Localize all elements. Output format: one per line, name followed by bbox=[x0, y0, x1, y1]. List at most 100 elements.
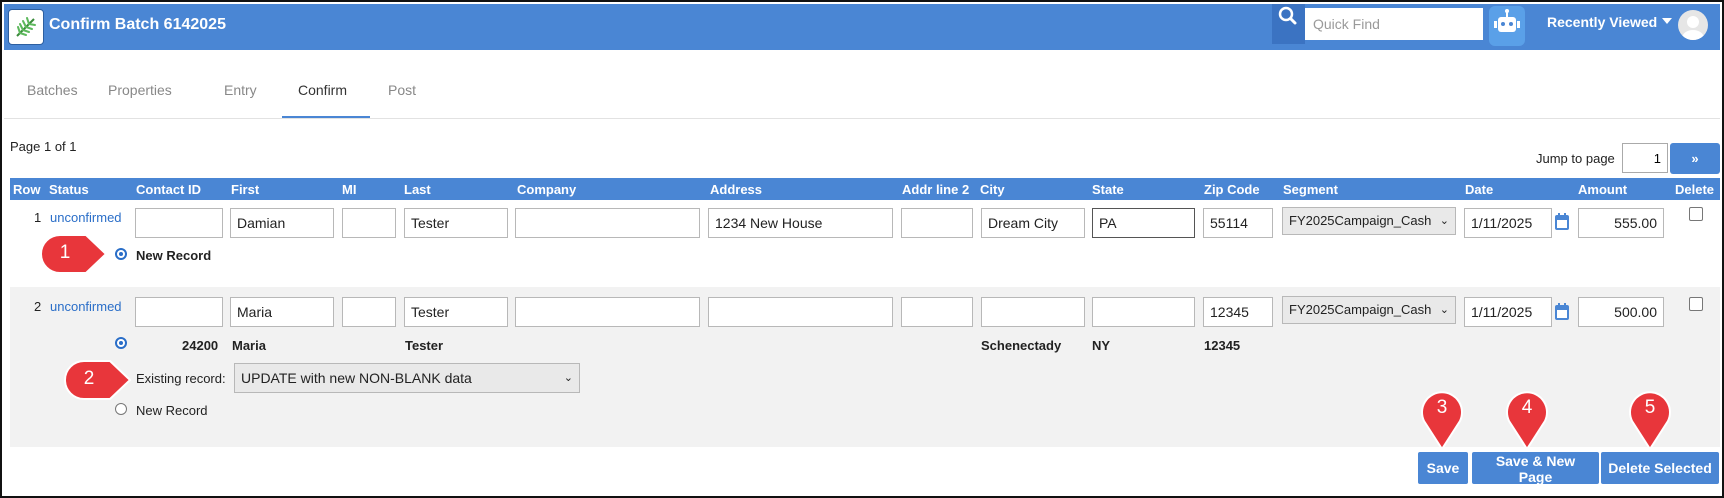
col-company: Company bbox=[517, 182, 577, 197]
jump-to-page-input[interactable] bbox=[1622, 143, 1668, 173]
callout-number: 1 bbox=[59, 242, 71, 263]
chevron-down-icon: ⌄ bbox=[563, 372, 573, 384]
col-city: City bbox=[980, 182, 1005, 197]
address-field[interactable]: 1234 New House bbox=[708, 208, 893, 238]
table-header: Row Status Contact ID First MI Last Comp… bbox=[10, 178, 1720, 200]
status-link[interactable]: unconfirmed bbox=[50, 299, 122, 314]
col-state: State bbox=[1092, 182, 1124, 197]
leaf-icon bbox=[16, 17, 36, 37]
col-amount: Amount bbox=[1578, 182, 1628, 197]
existing-record-label: Existing record: bbox=[136, 371, 226, 386]
city-field[interactable] bbox=[981, 297, 1085, 327]
callout-marker-5: 5 bbox=[1628, 387, 1672, 451]
col-delete: Delete bbox=[1675, 182, 1715, 197]
new-record-label: New Record bbox=[136, 248, 212, 263]
amount-field[interactable]: 555.00 bbox=[1578, 208, 1664, 238]
first-name-field[interactable]: Maria bbox=[230, 297, 334, 327]
callout-number: 2 bbox=[83, 368, 95, 389]
col-mi: MI bbox=[342, 182, 357, 197]
match-city: Schenectady bbox=[981, 338, 1062, 353]
mi-field[interactable] bbox=[342, 297, 396, 327]
chevron-down-icon[interactable] bbox=[1662, 18, 1672, 24]
calendar-icon[interactable] bbox=[1555, 303, 1569, 320]
existing-record-action-value: UPDATE with new NON-BLANK data bbox=[241, 370, 472, 386]
address-line-2-field[interactable] bbox=[901, 297, 973, 327]
tab-properties[interactable]: Properties bbox=[108, 82, 172, 98]
callout-number: 4 bbox=[1521, 397, 1533, 418]
existing-record-radio[interactable] bbox=[115, 337, 127, 349]
col-segment: Segment bbox=[1283, 182, 1338, 197]
zip-code-field[interactable]: 55114 bbox=[1203, 208, 1273, 238]
page-info: Page 1 of 1 bbox=[10, 139, 77, 154]
date-field[interactable]: 1/11/2025 bbox=[1464, 208, 1552, 238]
segment-value: FY2025Campaign_Cash bbox=[1289, 302, 1432, 317]
app-header: Confirm Batch 6142025 Recently Viewed bbox=[4, 4, 1720, 50]
save-button[interactable]: Save bbox=[1418, 452, 1468, 484]
calendar-icon[interactable] bbox=[1555, 213, 1569, 230]
new-record-radio[interactable] bbox=[115, 248, 127, 260]
chevron-down-icon: ⌄ bbox=[1439, 304, 1449, 316]
assistant-robot-icon[interactable] bbox=[1489, 6, 1525, 46]
search-icon[interactable] bbox=[1272, 4, 1305, 44]
delete-checkbox[interactable] bbox=[1689, 297, 1703, 311]
jump-go-button[interactable]: » bbox=[1670, 143, 1720, 174]
match-zip: 12345 bbox=[1204, 338, 1241, 353]
zip-code-field[interactable]: 12345 bbox=[1203, 297, 1273, 327]
callout-marker-1: 1 bbox=[40, 233, 110, 275]
segment-value: FY2025Campaign_Cash bbox=[1289, 213, 1432, 228]
user-avatar[interactable] bbox=[1678, 10, 1708, 40]
last-name-field[interactable]: Tester bbox=[404, 297, 508, 327]
callout-marker-3: 3 bbox=[1420, 387, 1464, 451]
status-link[interactable]: unconfirmed bbox=[50, 210, 122, 225]
date-field[interactable]: 1/11/2025 bbox=[1464, 297, 1552, 327]
company-field[interactable] bbox=[515, 208, 700, 238]
save-new-page-button[interactable]: Save & New Page bbox=[1472, 452, 1599, 485]
last-name-field[interactable]: Tester bbox=[404, 208, 508, 238]
col-last: Last bbox=[404, 182, 431, 197]
col-contact-id: Contact ID bbox=[136, 182, 201, 197]
col-row: Row bbox=[13, 182, 41, 197]
quick-find-input[interactable] bbox=[1305, 8, 1483, 40]
match-state: NY bbox=[1092, 338, 1111, 353]
address-field[interactable] bbox=[708, 297, 893, 327]
amount-field[interactable]: 500.00 bbox=[1578, 297, 1664, 327]
row-number: 2 bbox=[34, 299, 42, 314]
delete-selected-button[interactable]: Delete Selected bbox=[1601, 452, 1719, 484]
row-number: 1 bbox=[34, 210, 42, 225]
active-tab-indicator bbox=[282, 116, 370, 118]
tab-post[interactable]: Post bbox=[388, 82, 416, 98]
contact-id-field[interactable] bbox=[135, 208, 223, 238]
jump-to-page-label: Jump to page bbox=[1536, 151, 1615, 166]
col-address: Address bbox=[710, 182, 763, 197]
tab-entry[interactable]: Entry bbox=[224, 82, 257, 98]
app-logo[interactable] bbox=[8, 9, 44, 45]
existing-record-action-select[interactable]: UPDATE with new NON-BLANK data ⌄ bbox=[234, 363, 580, 393]
city-field[interactable]: Dream City bbox=[981, 208, 1085, 238]
address-line-2-field[interactable] bbox=[901, 208, 973, 238]
contact-id-field[interactable] bbox=[135, 297, 223, 327]
col-addr-line-2: Addr line 2 bbox=[902, 182, 970, 197]
first-name-field[interactable]: Damian bbox=[230, 208, 334, 238]
tab-confirm[interactable]: Confirm bbox=[298, 82, 347, 98]
callout-marker-2: 2 bbox=[64, 359, 134, 401]
segment-select[interactable]: FY2025Campaign_Cash ⌄ bbox=[1282, 296, 1456, 324]
page-title: Confirm Batch 6142025 bbox=[49, 16, 226, 33]
segment-select[interactable]: FY2025Campaign_Cash ⌄ bbox=[1282, 207, 1456, 235]
state-field[interactable]: PA bbox=[1092, 208, 1195, 238]
col-first: First bbox=[231, 182, 260, 197]
new-record-radio[interactable] bbox=[115, 403, 127, 415]
company-field[interactable] bbox=[515, 297, 700, 327]
tab-batches[interactable]: Batches bbox=[27, 82, 78, 98]
match-last: Tester bbox=[405, 338, 444, 353]
callout-number: 3 bbox=[1436, 397, 1448, 418]
mi-field[interactable] bbox=[342, 208, 396, 238]
callout-marker-4: 4 bbox=[1505, 387, 1549, 451]
col-date: Date bbox=[1465, 182, 1494, 197]
delete-checkbox[interactable] bbox=[1689, 207, 1703, 221]
col-zip-code: Zip Code bbox=[1204, 182, 1260, 197]
new-record-label: New Record bbox=[136, 403, 208, 418]
state-field[interactable] bbox=[1092, 297, 1195, 327]
match-first: Maria bbox=[232, 338, 266, 353]
callout-number: 5 bbox=[1644, 397, 1656, 418]
recently-viewed-menu[interactable]: Recently Viewed bbox=[1547, 14, 1657, 30]
